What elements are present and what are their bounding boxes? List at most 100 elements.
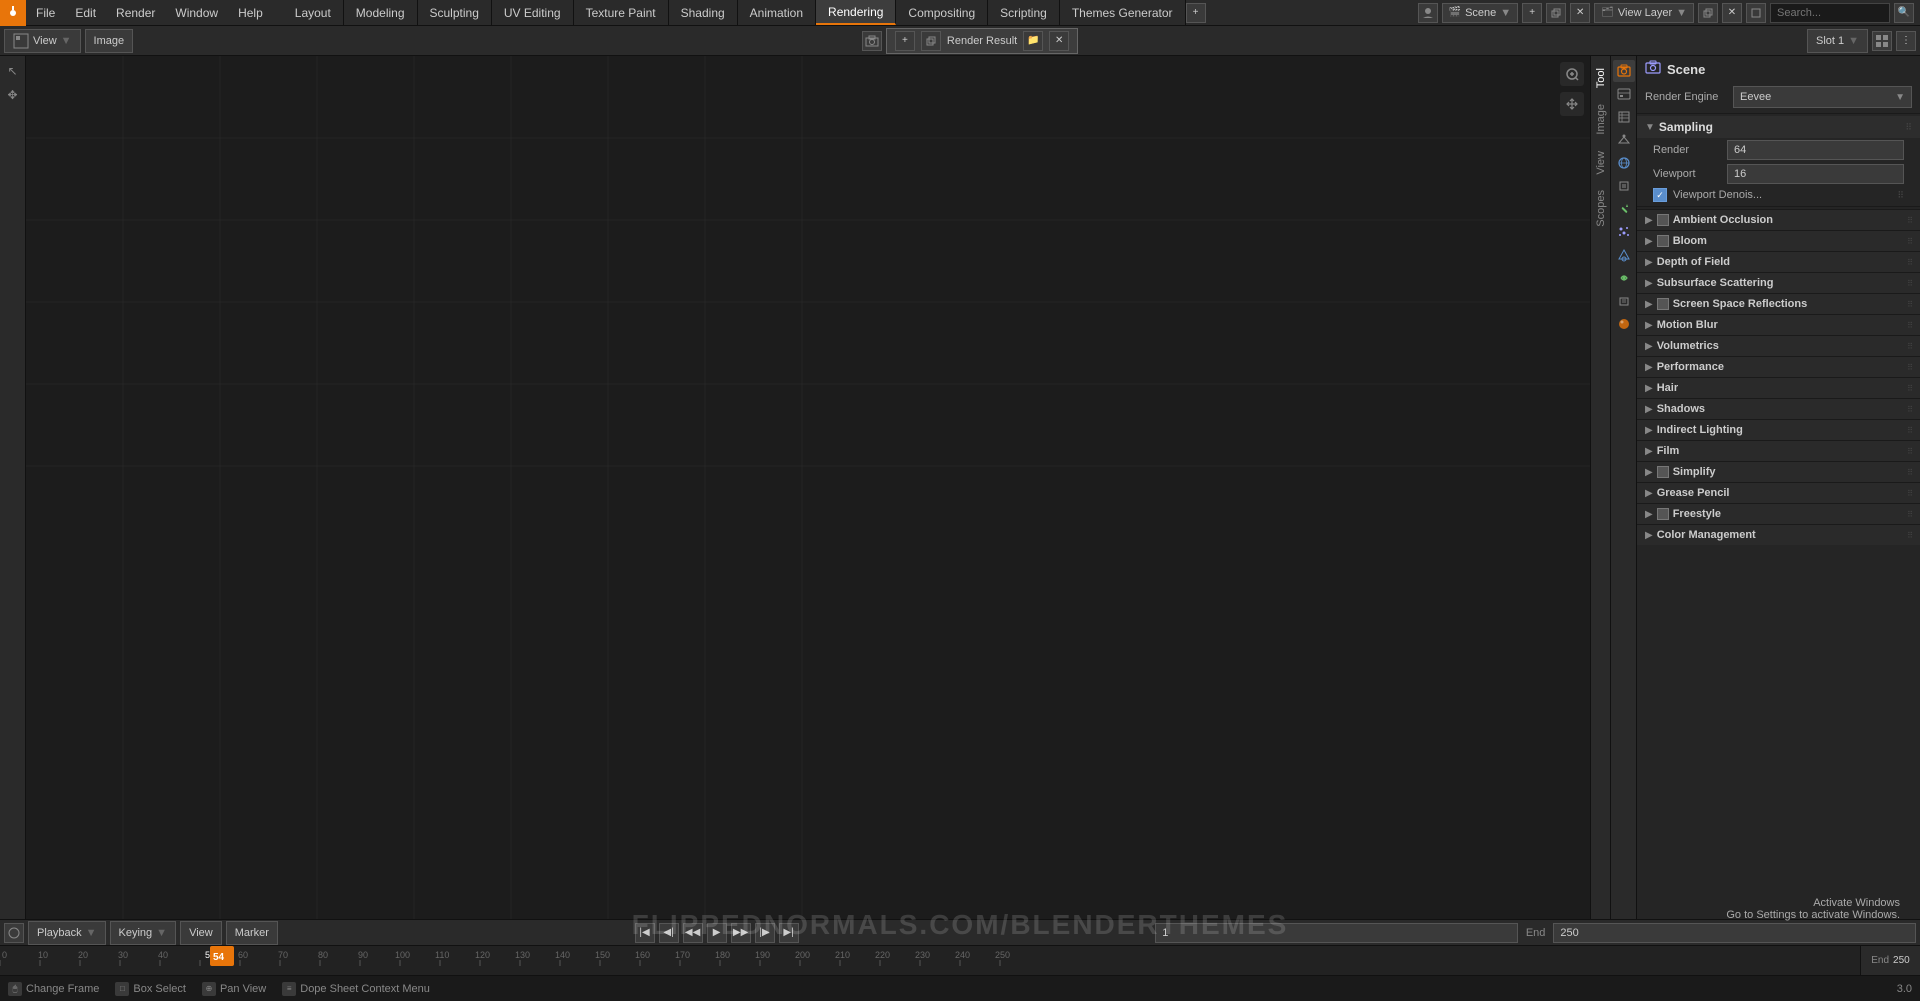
- search-button[interactable]: 🔍: [1894, 3, 1914, 23]
- prop-icon-object[interactable]: [1613, 175, 1635, 197]
- vertical-tab-scopes[interactable]: Scopes: [1592, 182, 1610, 235]
- tool-move[interactable]: ✥: [2, 84, 24, 106]
- menu-file[interactable]: File: [26, 0, 65, 25]
- section-simplify[interactable]: ▶ Simplify ⠿: [1637, 461, 1920, 482]
- prop-icon-output[interactable]: [1613, 83, 1635, 105]
- tab-sculpting[interactable]: Sculpting: [418, 0, 492, 25]
- view-menu-btn[interactable]: View ▼: [4, 29, 81, 53]
- slot-selector[interactable]: Slot 1 ▼: [1807, 29, 1868, 53]
- timeline-ruler-area[interactable]: 0 10 20 30 40 50: [0, 946, 1920, 975]
- section-freestyle[interactable]: ▶ Freestyle ⠿: [1637, 503, 1920, 524]
- section-motion-blur[interactable]: ▶ Motion Blur ⠿: [1637, 314, 1920, 335]
- prop-icon-scene[interactable]: [1613, 129, 1635, 151]
- section-volumetrics[interactable]: ▶ Volumetrics ⠿: [1637, 335, 1920, 356]
- section-screen-space-reflections[interactable]: ▶ Screen Space Reflections ⠿: [1637, 293, 1920, 314]
- section-shadows[interactable]: ▶ Shadows ⠿: [1637, 398, 1920, 419]
- scene-selector-btn-timeline[interactable]: [4, 923, 24, 943]
- blender-logo[interactable]: [0, 0, 26, 26]
- prop-icon-material[interactable]: [1613, 313, 1635, 335]
- image-menu-btn[interactable]: Image: [85, 29, 134, 53]
- view-timeline-btn[interactable]: View: [180, 921, 222, 945]
- prop-icon-view-layer[interactable]: [1613, 106, 1635, 128]
- viewport-samples-value[interactable]: 16: [1727, 164, 1904, 184]
- section-film[interactable]: ▶ Film ⠿: [1637, 440, 1920, 461]
- checkbox-freestyle[interactable]: [1657, 508, 1669, 520]
- section-hair[interactable]: ▶ Hair ⠿: [1637, 377, 1920, 398]
- vertical-tab-image[interactable]: Image: [1592, 96, 1610, 143]
- vertical-tab-view[interactable]: View: [1592, 143, 1610, 183]
- section-depth-of-field[interactable]: ▶ Depth of Field ⠿: [1637, 251, 1920, 272]
- vertical-tab-tool[interactable]: Tool: [1592, 60, 1610, 96]
- checkbox-screen-space-reflections[interactable]: [1657, 298, 1669, 310]
- fullscreen-button[interactable]: [1746, 3, 1766, 23]
- menu-window[interactable]: Window: [165, 0, 228, 25]
- checkbox-bloom[interactable]: [1657, 235, 1669, 247]
- tab-modeling[interactable]: Modeling: [344, 0, 418, 25]
- viewport-denoise-checkbox[interactable]: ✓: [1653, 188, 1667, 202]
- more-options-btn[interactable]: ⋮: [1896, 31, 1916, 51]
- play-back-btn[interactable]: ◀◀: [683, 923, 703, 943]
- scene-selector[interactable]: 🎬 Scene ▼: [1442, 3, 1519, 23]
- section-bloom[interactable]: ▶ Bloom ⠿: [1637, 230, 1920, 251]
- copy-image-btn[interactable]: [921, 31, 941, 51]
- play-btn[interactable]: ▶: [707, 923, 727, 943]
- grid-view-btn[interactable]: [1872, 31, 1892, 51]
- prop-icon-world[interactable]: [1613, 152, 1635, 174]
- view-layer-delete-button[interactable]: ✕: [1722, 3, 1742, 23]
- add-workspace-button[interactable]: +: [1186, 3, 1206, 23]
- close-render-btn[interactable]: ✕: [1049, 31, 1069, 51]
- camera-icon-btn[interactable]: [862, 31, 882, 51]
- tab-scripting[interactable]: Scripting: [988, 0, 1060, 25]
- prop-icon-constraints[interactable]: [1613, 267, 1635, 289]
- tab-shading[interactable]: Shading: [669, 0, 738, 25]
- prop-icon-particles[interactable]: [1613, 221, 1635, 243]
- checkbox-simplify[interactable]: [1657, 466, 1669, 478]
- section-performance[interactable]: ▶ Performance ⠿: [1637, 356, 1920, 377]
- new-image-btn[interactable]: +: [895, 31, 915, 51]
- prop-icon-render[interactable]: [1613, 60, 1635, 82]
- section-color-management[interactable]: ▶ Color Management ⠿: [1637, 524, 1920, 545]
- render-samples-value[interactable]: 64: [1727, 140, 1904, 160]
- keying-btn[interactable]: Keying ▼: [110, 921, 177, 945]
- zoom-to-region-btn[interactable]: [1560, 62, 1584, 86]
- menu-edit[interactable]: Edit: [65, 0, 106, 25]
- start-frame-field[interactable]: 1: [1155, 923, 1518, 943]
- section-indirect-lighting[interactable]: ▶ Indirect Lighting ⠿: [1637, 419, 1920, 440]
- new-scene-button[interactable]: +: [1522, 3, 1542, 23]
- tab-uv-editing[interactable]: UV Editing: [492, 0, 574, 25]
- section-grease-pencil[interactable]: ▶ Grease Pencil ⠿: [1637, 482, 1920, 503]
- prop-icon-data[interactable]: [1613, 290, 1635, 312]
- view-layer-selector[interactable]: 🗂 View Layer ▼: [1594, 3, 1694, 23]
- step-forward-btn[interactable]: |▶: [755, 923, 775, 943]
- prop-icon-modifier[interactable]: [1613, 198, 1635, 220]
- folder-btn[interactable]: 📁: [1023, 31, 1043, 51]
- section-subsurface-scattering[interactable]: ▶ Subsurface Scattering ⠿: [1637, 272, 1920, 293]
- jump-end-btn[interactable]: ▶|: [779, 923, 799, 943]
- user-icon-btn[interactable]: [1418, 3, 1438, 23]
- view-layer-copy-button[interactable]: [1698, 3, 1718, 23]
- tab-layout[interactable]: Layout: [283, 0, 344, 25]
- tab-texture-paint[interactable]: Texture Paint: [574, 0, 669, 25]
- pan-view-btn[interactable]: [1560, 92, 1584, 116]
- tab-animation[interactable]: Animation: [738, 0, 816, 25]
- checkbox-ambient-occlusion[interactable]: [1657, 214, 1669, 226]
- scene-delete-button[interactable]: ✕: [1570, 3, 1590, 23]
- play-forward-btn[interactable]: ▶▶: [731, 923, 751, 943]
- jump-start-btn[interactable]: |◀: [635, 923, 655, 943]
- render-engine-select[interactable]: Eevee ▼: [1733, 86, 1912, 108]
- viewport-canvas[interactable]: [26, 56, 1590, 919]
- menu-help[interactable]: Help: [228, 0, 273, 25]
- section-ambient-occlusion[interactable]: ▶ Ambient Occlusion ⠿: [1637, 209, 1920, 230]
- scene-copy-button[interactable]: [1546, 3, 1566, 23]
- tab-themes-generator[interactable]: Themes Generator: [1060, 0, 1186, 25]
- tool-cursor[interactable]: ↖: [2, 60, 24, 82]
- tab-compositing[interactable]: Compositing: [896, 0, 988, 25]
- tab-rendering[interactable]: Rendering: [816, 0, 896, 25]
- marker-btn[interactable]: Marker: [226, 921, 278, 945]
- prop-icon-physics[interactable]: [1613, 244, 1635, 266]
- end-frame-field[interactable]: 250: [1553, 923, 1916, 943]
- menu-render[interactable]: Render: [106, 0, 165, 25]
- search-input[interactable]: [1770, 3, 1890, 23]
- playback-btn[interactable]: Playback ▼: [28, 921, 106, 945]
- step-back-btn[interactable]: ◀|: [659, 923, 679, 943]
